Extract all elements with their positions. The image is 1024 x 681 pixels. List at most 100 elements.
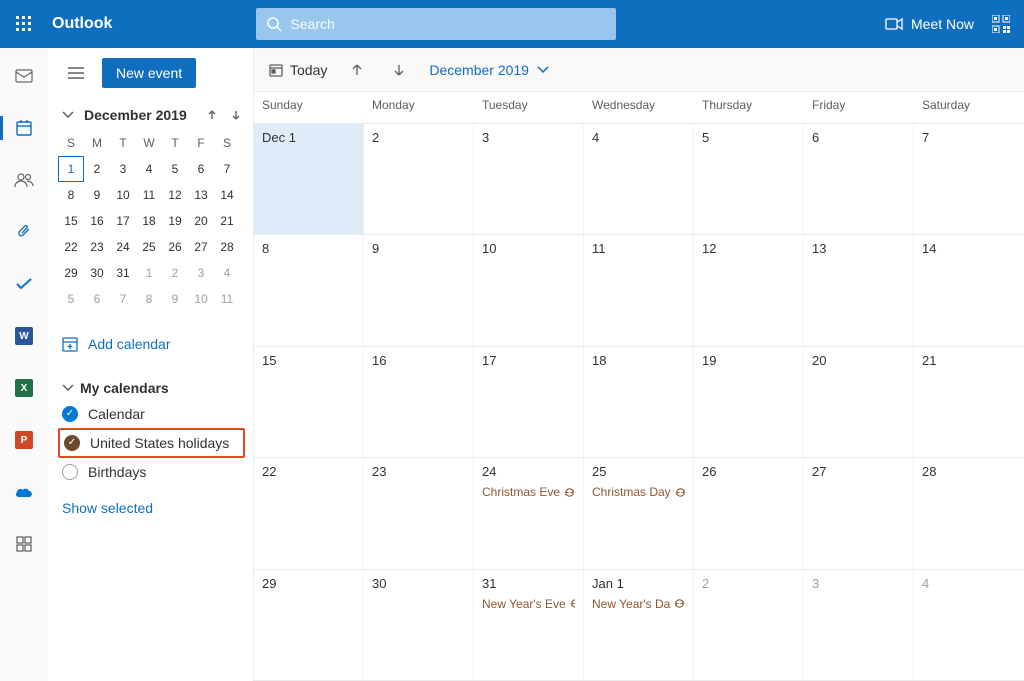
day-cell[interactable]: 10 — [474, 235, 584, 345]
rail-more-apps[interactable] — [0, 528, 48, 560]
day-cell[interactable]: 9 — [364, 235, 474, 345]
calendar-event[interactable]: New Year's Eve — [482, 597, 575, 611]
rail-todo[interactable] — [0, 268, 48, 300]
calendar-checkbox[interactable] — [62, 464, 78, 480]
mini-day[interactable]: 5 — [58, 286, 84, 312]
calendar-item[interactable]: ✓United States holidays — [58, 428, 245, 458]
day-cell[interactable]: 7 — [914, 124, 1024, 234]
calendar-event[interactable]: Christmas Day — [592, 485, 685, 499]
calendar-item[interactable]: Birthdays — [58, 458, 245, 486]
mini-day[interactable]: 1 — [136, 260, 162, 286]
search-box[interactable] — [256, 8, 616, 40]
rail-mail[interactable] — [0, 60, 48, 92]
mini-day[interactable]: 8 — [136, 286, 162, 312]
mini-day[interactable]: 24 — [110, 234, 136, 260]
day-cell[interactable]: 31New Year's Eve — [474, 570, 584, 680]
day-cell[interactable]: 18 — [584, 347, 694, 457]
qr-icon[interactable] — [992, 15, 1010, 33]
mini-day[interactable]: 27 — [188, 234, 214, 260]
mini-day[interactable]: 9 — [162, 286, 188, 312]
new-event-button[interactable]: New event — [102, 58, 196, 88]
show-selected-button[interactable]: Show selected — [58, 486, 245, 530]
hamburger-button[interactable] — [62, 59, 90, 87]
day-cell[interactable]: 2 — [694, 570, 804, 680]
mini-day[interactable]: 7 — [110, 286, 136, 312]
calendar-event[interactable]: Christmas Eve — [482, 485, 575, 499]
day-cell[interactable]: 5 — [694, 124, 804, 234]
day-cell[interactable]: 6 — [804, 124, 914, 234]
mini-day[interactable]: 9 — [84, 182, 110, 208]
day-cell[interactable]: 28 — [914, 458, 1024, 568]
mini-day[interactable]: 31 — [110, 260, 136, 286]
day-cell[interactable]: 29 — [254, 570, 364, 680]
mini-day[interactable]: 29 — [58, 260, 84, 286]
mini-day[interactable]: 2 — [162, 260, 188, 286]
calendar-event[interactable]: New Year's Da — [592, 597, 685, 611]
day-cell[interactable]: 3 — [804, 570, 914, 680]
mini-day[interactable]: 6 — [84, 286, 110, 312]
mini-day[interactable]: 30 — [84, 260, 110, 286]
mini-day[interactable]: 22 — [58, 234, 84, 260]
mini-day[interactable]: 3 — [110, 156, 136, 182]
rail-files[interactable] — [0, 216, 48, 248]
rail-powerpoint[interactable]: P — [0, 424, 48, 456]
calendar-checkbox[interactable]: ✓ — [64, 435, 80, 451]
day-cell[interactable]: Dec 1 — [254, 124, 364, 234]
mini-day[interactable]: 26 — [162, 234, 188, 260]
day-cell[interactable]: 3 — [474, 124, 584, 234]
mini-day[interactable]: 15 — [58, 208, 84, 234]
calendar-checkbox[interactable]: ✓ — [62, 406, 78, 422]
rail-excel[interactable]: X — [0, 372, 48, 404]
day-cell[interactable]: 17 — [474, 347, 584, 457]
day-cell[interactable]: 4 — [914, 570, 1024, 680]
day-cell[interactable]: 19 — [694, 347, 804, 457]
mini-prev-button[interactable] — [203, 106, 221, 124]
rail-calendar[interactable] — [0, 112, 48, 144]
day-cell[interactable]: 16 — [364, 347, 474, 457]
day-cell[interactable]: 14 — [914, 235, 1024, 345]
mini-day[interactable]: 16 — [84, 208, 110, 234]
my-calendars-toggle[interactable]: My calendars — [58, 376, 245, 400]
mini-day[interactable]: 25 — [136, 234, 162, 260]
app-launcher-button[interactable] — [0, 0, 48, 48]
month-picker[interactable]: December 2019 — [429, 62, 549, 78]
mini-day[interactable]: 4 — [214, 260, 240, 286]
day-cell[interactable]: 20 — [804, 347, 914, 457]
rail-onedrive[interactable] — [0, 476, 48, 508]
mini-day[interactable]: 10 — [110, 182, 136, 208]
day-cell[interactable]: 4 — [584, 124, 694, 234]
mini-day[interactable]: 13 — [188, 182, 214, 208]
day-cell[interactable]: Jan 1New Year's Da — [584, 570, 694, 680]
mini-day[interactable]: 5 — [162, 156, 188, 182]
day-cell[interactable]: 15 — [254, 347, 364, 457]
rail-word[interactable]: W — [0, 320, 48, 352]
next-month-button[interactable] — [387, 58, 411, 82]
day-cell[interactable]: 24Christmas Eve — [474, 458, 584, 568]
add-calendar-button[interactable]: Add calendar — [58, 326, 245, 362]
mini-day[interactable]: 11 — [214, 286, 240, 312]
mini-day[interactable]: 1 — [58, 156, 84, 182]
day-cell[interactable]: 27 — [804, 458, 914, 568]
day-cell[interactable]: 21 — [914, 347, 1024, 457]
mini-day[interactable]: 21 — [214, 208, 240, 234]
day-cell[interactable]: 30 — [364, 570, 474, 680]
day-cell[interactable]: 12 — [694, 235, 804, 345]
prev-month-button[interactable] — [345, 58, 369, 82]
mini-day[interactable]: 23 — [84, 234, 110, 260]
day-cell[interactable]: 13 — [804, 235, 914, 345]
mini-day[interactable]: 19 — [162, 208, 188, 234]
mini-day[interactable]: 4 — [136, 156, 162, 182]
mini-day[interactable]: 6 — [188, 156, 214, 182]
calendar-item[interactable]: ✓Calendar — [58, 400, 245, 428]
today-button[interactable]: Today — [268, 62, 327, 78]
day-cell[interactable]: 11 — [584, 235, 694, 345]
rail-people[interactable] — [0, 164, 48, 196]
mini-day[interactable]: 14 — [214, 182, 240, 208]
chevron-down-icon[interactable] — [62, 111, 78, 119]
mini-day[interactable]: 2 — [84, 156, 110, 182]
day-cell[interactable]: 25Christmas Day — [584, 458, 694, 568]
mini-day[interactable]: 18 — [136, 208, 162, 234]
mini-day[interactable]: 3 — [188, 260, 214, 286]
day-cell[interactable]: 22 — [254, 458, 364, 568]
day-cell[interactable]: 8 — [254, 235, 364, 345]
